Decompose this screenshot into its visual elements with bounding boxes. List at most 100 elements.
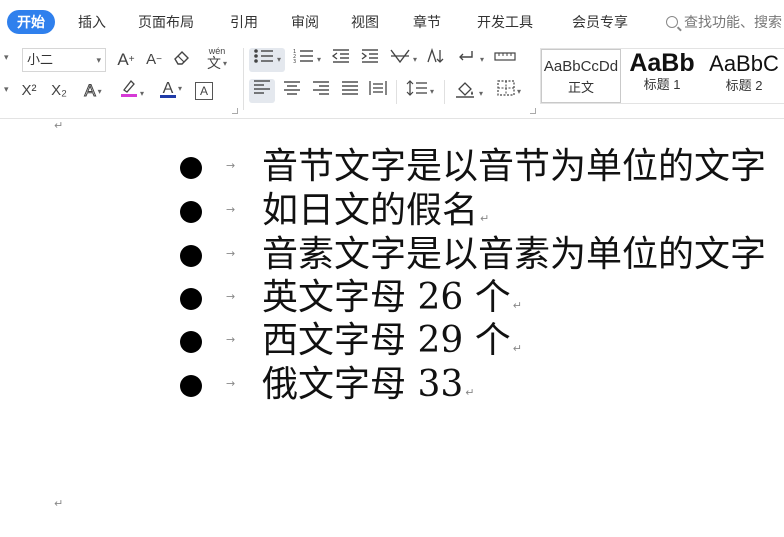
chevron-down-icon: ▾ [222,59,227,69]
tab-developer[interactable]: 开发工具 [477,10,533,34]
tab-references[interactable]: 引用 [230,10,258,34]
grow-font-button[interactable]: A+ [114,49,138,71]
style-normal-sample: AaBbCcDd [543,58,619,75]
text-effect-icon: A [84,81,96,101]
distribute-icon [369,81,387,95]
bullet-icon [180,245,202,267]
align-right-icon [313,81,329,95]
clear-format-button[interactable] [171,49,193,71]
bullet-icon [180,288,202,310]
align-left-button[interactable] [249,79,275,103]
increase-indent-button[interactable] [358,48,382,70]
show-marks-button[interactable]: ▾ [453,48,487,70]
style-normal-label: 正文 [567,80,594,95]
chinese-layout-button[interactable]: ▾ [386,48,420,70]
bullet-list-button[interactable]: ▾ [249,48,285,72]
chevron-down-icon: ▾ [97,87,102,97]
chinese-layout-icon [390,49,410,64]
tab-member[interactable]: 会员专享 [572,10,628,34]
chevron-down-icon: ▾ [139,89,144,99]
search-label: 查找功能、搜索 [684,14,782,30]
bullet-icon [180,157,202,179]
borders-button[interactable]: ▾ [491,80,527,102]
font-color-button[interactable]: A ▾ [154,78,188,100]
tab-section[interactable]: 章节 [413,10,441,34]
ruler-button[interactable] [492,48,518,70]
line-spacing-button[interactable]: ▾ [402,80,438,102]
chevron-down-icon: ▾ [516,87,521,97]
bullet-icon [180,201,202,223]
align-left-icon [254,80,270,94]
bullet-list-icon [254,49,273,63]
divider [243,48,244,110]
bullet-icon [180,331,202,353]
ribbon: ▾ 小二 ▾ A+ A− wén 文 ▾ ▾ 123 ▾ ▾ ▾ ▾ X² X₂… [0,44,784,119]
bullet-icon [180,375,202,397]
char-border-button[interactable]: A [193,80,215,102]
style-heading-2-label: 标题 2 [725,78,763,93]
align-center-button[interactable] [280,80,304,102]
tab-mark: → [226,203,236,216]
menu-bar: 开始 插入 页面布局 引用 审阅 视图 章节 开发工具 会员专享 查找功能、搜索 [0,0,784,44]
sort-icon [427,47,444,63]
decrease-indent-button[interactable] [329,48,353,70]
superscript-icon: X² [21,82,37,99]
numbered-list-button[interactable]: 123 ▾ [290,48,324,70]
subscript-icon: X₂ [51,82,67,99]
chevron-down-icon: ▾ [96,55,101,65]
tab-mark: → [226,159,236,172]
text-effect-button[interactable]: A ▾ [76,80,110,102]
style-heading-2[interactable]: AaBbC 标题 2 [703,49,784,103]
search-box[interactable]: 查找功能、搜索 [666,10,782,34]
justify-button[interactable] [338,80,362,102]
chevron-down-icon: ▾ [429,87,434,97]
style-heading-1[interactable]: AaBb 标题 1 [623,49,701,103]
pinyin-guide-button[interactable]: wén 文 ▾ [199,45,235,73]
font-dialog-launcher[interactable] [232,108,238,114]
divider [396,80,397,104]
chevron-down-icon: ▾ [316,55,321,65]
distribute-button[interactable] [366,80,390,102]
shrink-font-button[interactable]: A− [142,49,166,71]
chevron-down-icon: ▾ [479,55,484,65]
align-center-icon [284,81,300,95]
chevron-down-icon: ▾ [478,89,483,99]
superscript-button[interactable]: X² [16,80,42,102]
char-border-icon: A [195,82,213,100]
borders-icon [497,80,515,96]
font-size-value: 小二 [27,52,54,67]
highlighter-icon [120,80,137,97]
document-page[interactable]: ↵ → 音节文字是以音节为单位的文字 → 如日文的假名 ↵ → 音素文字是以音素为… [0,119,784,537]
eraser-icon [174,51,189,65]
line-spacing-icon [406,80,427,96]
highlight-button[interactable]: ▾ [115,78,149,100]
sort-button[interactable] [424,47,448,70]
numbered-list-icon: 123 [293,49,313,65]
font-name-dropdown-arrow[interactable]: ▾ [4,52,9,63]
ruler-icon [494,52,516,61]
style-normal[interactable]: AaBbCcDd 正文 [541,49,621,103]
subscript-button[interactable]: X₂ [46,80,72,102]
tab-mark: → [226,247,236,260]
paragraph-mark: ↵ [54,119,64,132]
paint-bucket-icon [455,82,474,98]
paragraph-dialog-launcher[interactable] [530,108,536,114]
shading-button[interactable]: ▾ [451,80,487,102]
paragraph-mark-icon [459,51,473,61]
tab-home[interactable]: 开始 [7,10,55,34]
divider [444,80,445,104]
font-size-select[interactable]: 小二 ▾ [22,48,106,72]
list-item-text: 俄文字母 33 ↵ [262,364,475,405]
chevron-down-icon: ▾ [276,55,281,65]
tab-view[interactable]: 视图 [351,10,379,34]
shrink-font-icon: A [146,51,157,68]
font-color-swatch [159,95,176,98]
tab-insert[interactable]: 插入 [78,10,106,34]
tab-page-layout[interactable]: 页面布局 [138,10,194,34]
outdent-icon [331,49,349,63]
tab-review[interactable]: 审阅 [291,10,319,34]
tab-mark: → [226,290,236,303]
chevron-down-icon[interactable]: ▾ [4,84,9,95]
indent-icon [361,49,378,63]
align-right-button[interactable] [309,80,333,102]
